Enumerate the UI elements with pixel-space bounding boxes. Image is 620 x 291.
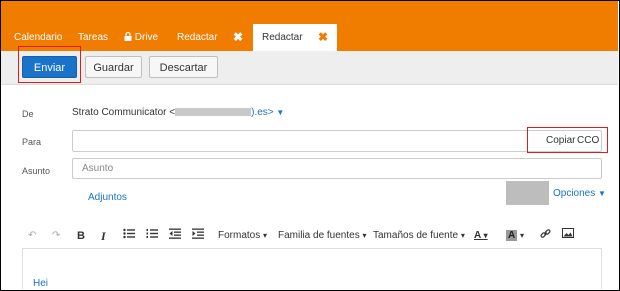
avatar-placeholder	[506, 181, 549, 205]
bullet-list-icon[interactable]	[123, 228, 135, 244]
redacted-block	[175, 108, 252, 117]
font-family-dropdown[interactable]: Familia de fuentes ▾	[278, 228, 367, 244]
to-input[interactable]	[72, 130, 602, 152]
body-text: Hei	[33, 278, 49, 289]
tab-tareas[interactable]: Tareas	[78, 24, 108, 51]
attachments-link[interactable]: Adjuntos	[88, 192, 127, 203]
editor-toolbar: ↶ ↷ B I Formatos ▾ Familia de fuentes ▾ …	[22, 226, 602, 246]
tab-label: Redactar	[177, 32, 218, 43]
highlight-box-send	[18, 46, 81, 83]
top-header-bar	[1, 1, 618, 24]
numbered-list-icon[interactable]	[146, 228, 158, 244]
chevron-down-icon: ▼	[276, 108, 285, 117]
tab-label: Drive	[134, 32, 159, 43]
italic-icon[interactable]: I	[101, 228, 106, 244]
tab-drive[interactable]: Drive	[124, 24, 158, 51]
redo-icon[interactable]: ↷	[52, 228, 60, 244]
from-label: De	[22, 109, 34, 119]
chevron-down-icon: ▼	[598, 189, 606, 198]
subject-input[interactable]: Asunto	[72, 158, 602, 179]
subject-label: Asunto	[22, 166, 51, 176]
close-icon[interactable]: ✖	[318, 24, 328, 51]
tab-label: Tareas	[78, 32, 109, 43]
formats-dropdown[interactable]: Formatos ▾	[218, 228, 267, 244]
message-body-editor[interactable]: Hei	[22, 248, 602, 289]
font-size-dropdown[interactable]: Tamaños de fuente ▾	[373, 228, 465, 244]
link-icon[interactable]	[540, 228, 551, 244]
outdent-icon[interactable]	[169, 228, 181, 244]
from-name: Strato Communicator <	[72, 107, 176, 118]
text-color-icon[interactable]: A ▾	[474, 228, 488, 244]
undo-icon[interactable]: ↶	[28, 228, 36, 244]
to-label: Para	[22, 137, 42, 147]
subject-placeholder: Asunto	[82, 163, 114, 174]
from-select[interactable]: Strato Communicator < ).es> ▼	[72, 107, 284, 118]
image-icon[interactable]	[562, 228, 574, 244]
tab-label: Calendario	[14, 32, 63, 43]
tab-bar: Calendario Tareas Drive Redactar ✖ Redac…	[1, 24, 618, 51]
tab-label: Redactar	[262, 32, 303, 43]
bold-icon[interactable]: B	[77, 228, 85, 244]
tab-redactar-1[interactable]: Redactar	[177, 24, 218, 51]
close-icon[interactable]: ✖	[233, 24, 243, 51]
compose-toolbar: Enviar Guardar Descartar	[1, 51, 618, 85]
options-dropdown[interactable]: Opciones ▼	[553, 188, 606, 199]
highlight-box-cc	[527, 127, 608, 153]
from-suffix: ).es>	[251, 107, 274, 118]
discard-button[interactable]: Descartar	[149, 56, 218, 78]
background-color-icon[interactable]: A ▾	[506, 228, 524, 244]
indent-icon[interactable]	[192, 228, 204, 244]
save-button[interactable]: Guardar	[85, 56, 142, 78]
tab-redactar-2[interactable]: Redactar ✖	[253, 24, 337, 51]
lock-icon	[124, 31, 135, 43]
